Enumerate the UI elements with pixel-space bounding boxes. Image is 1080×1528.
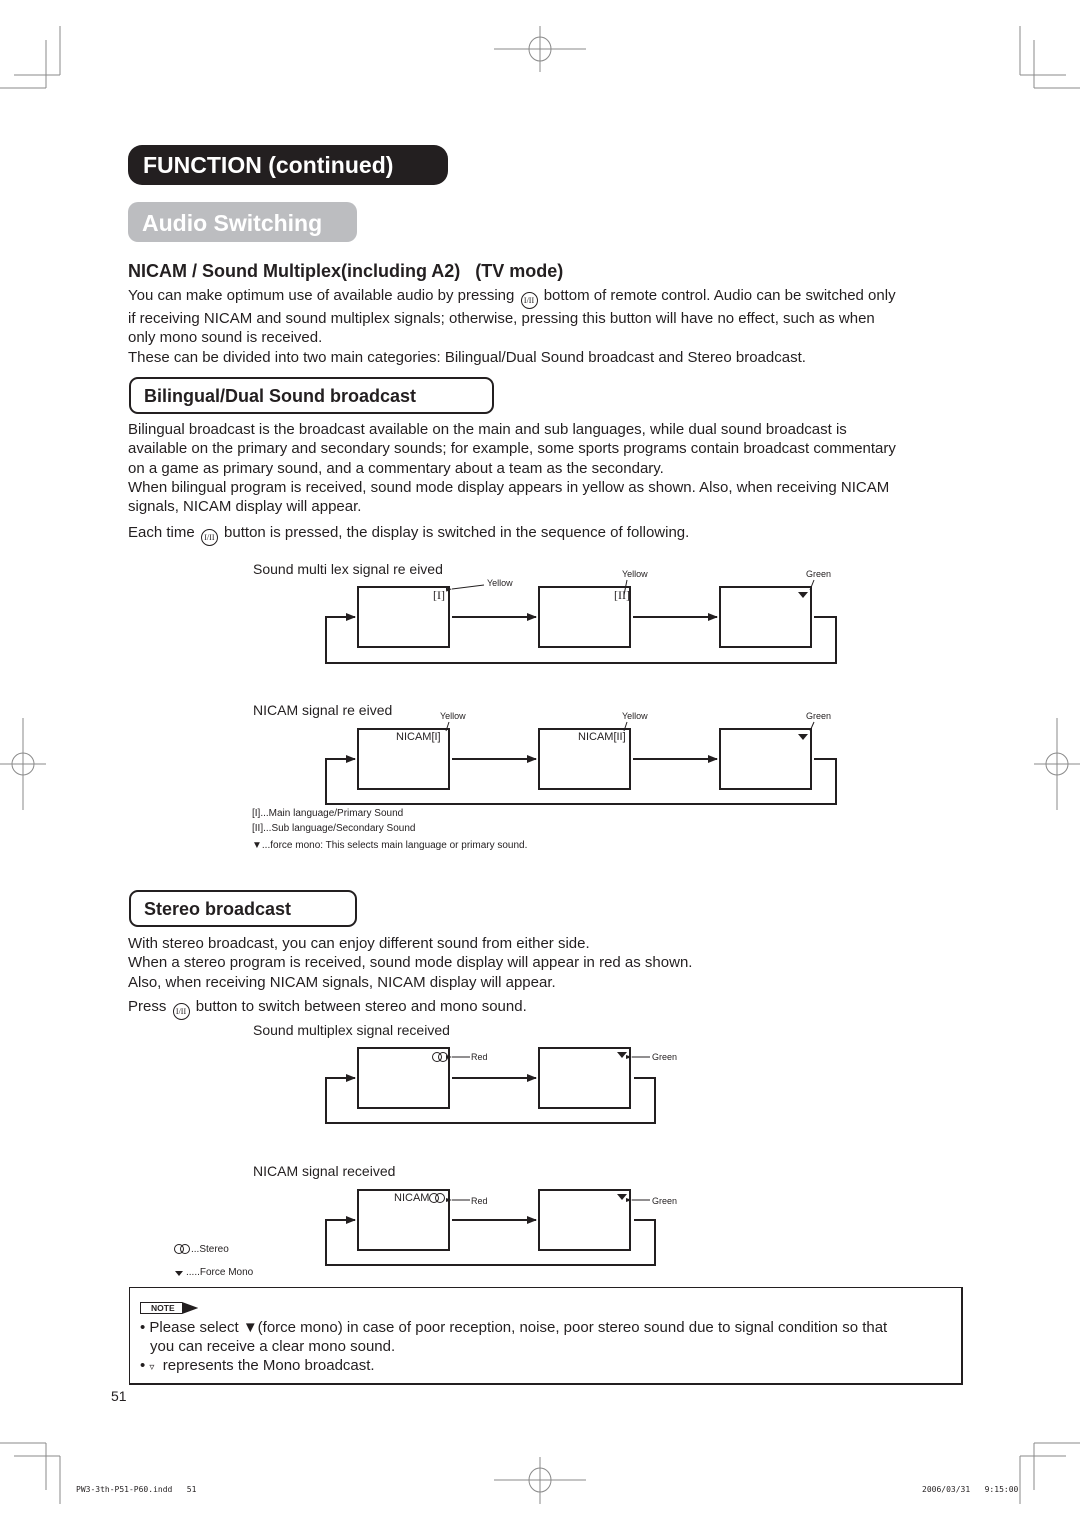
force-mono-icon bbox=[798, 592, 808, 598]
loop-arrow bbox=[325, 613, 837, 664]
file-slug: PW3-3th-P51-P60.indd 51 bbox=[76, 1485, 197, 1494]
page-number: 51 bbox=[111, 1388, 127, 1404]
timestamp-slug: 2006/03/31 9:15:00 bbox=[922, 1485, 1019, 1494]
force-mono-icon bbox=[798, 734, 808, 740]
stereo-icon bbox=[432, 1052, 448, 1062]
force-mono-icon bbox=[617, 1194, 627, 1200]
screen-box bbox=[719, 728, 812, 790]
stereo-icon bbox=[174, 1244, 190, 1254]
screen-box bbox=[357, 1047, 450, 1109]
note-box: NOTE • Please select ▼(force mono) in ca… bbox=[129, 1287, 963, 1385]
screen-box bbox=[538, 1189, 631, 1251]
loop-arrow bbox=[325, 755, 837, 805]
loop-arrow bbox=[325, 1074, 656, 1124]
screen-box bbox=[357, 586, 450, 648]
screen-box bbox=[538, 586, 631, 648]
stereo-icon bbox=[429, 1193, 445, 1203]
screen-box bbox=[357, 728, 450, 790]
force-mono-icon bbox=[175, 1271, 183, 1276]
force-mono-icon bbox=[617, 1052, 627, 1058]
note-tag-label: NOTE bbox=[151, 1303, 175, 1313]
screen-box bbox=[538, 1047, 631, 1109]
screen-box bbox=[538, 728, 631, 790]
loop-arrow bbox=[325, 1216, 656, 1266]
screen-box bbox=[719, 586, 812, 648]
note-bullet-2: • ▿ represents the Mono broadcast. bbox=[140, 1357, 375, 1374]
note-bullet-1-cont: you can receive a clear mono sound. bbox=[150, 1338, 396, 1355]
note-bullet-1: • Please select ▼(force mono) in case of… bbox=[140, 1319, 888, 1336]
leader-line bbox=[445, 584, 485, 592]
